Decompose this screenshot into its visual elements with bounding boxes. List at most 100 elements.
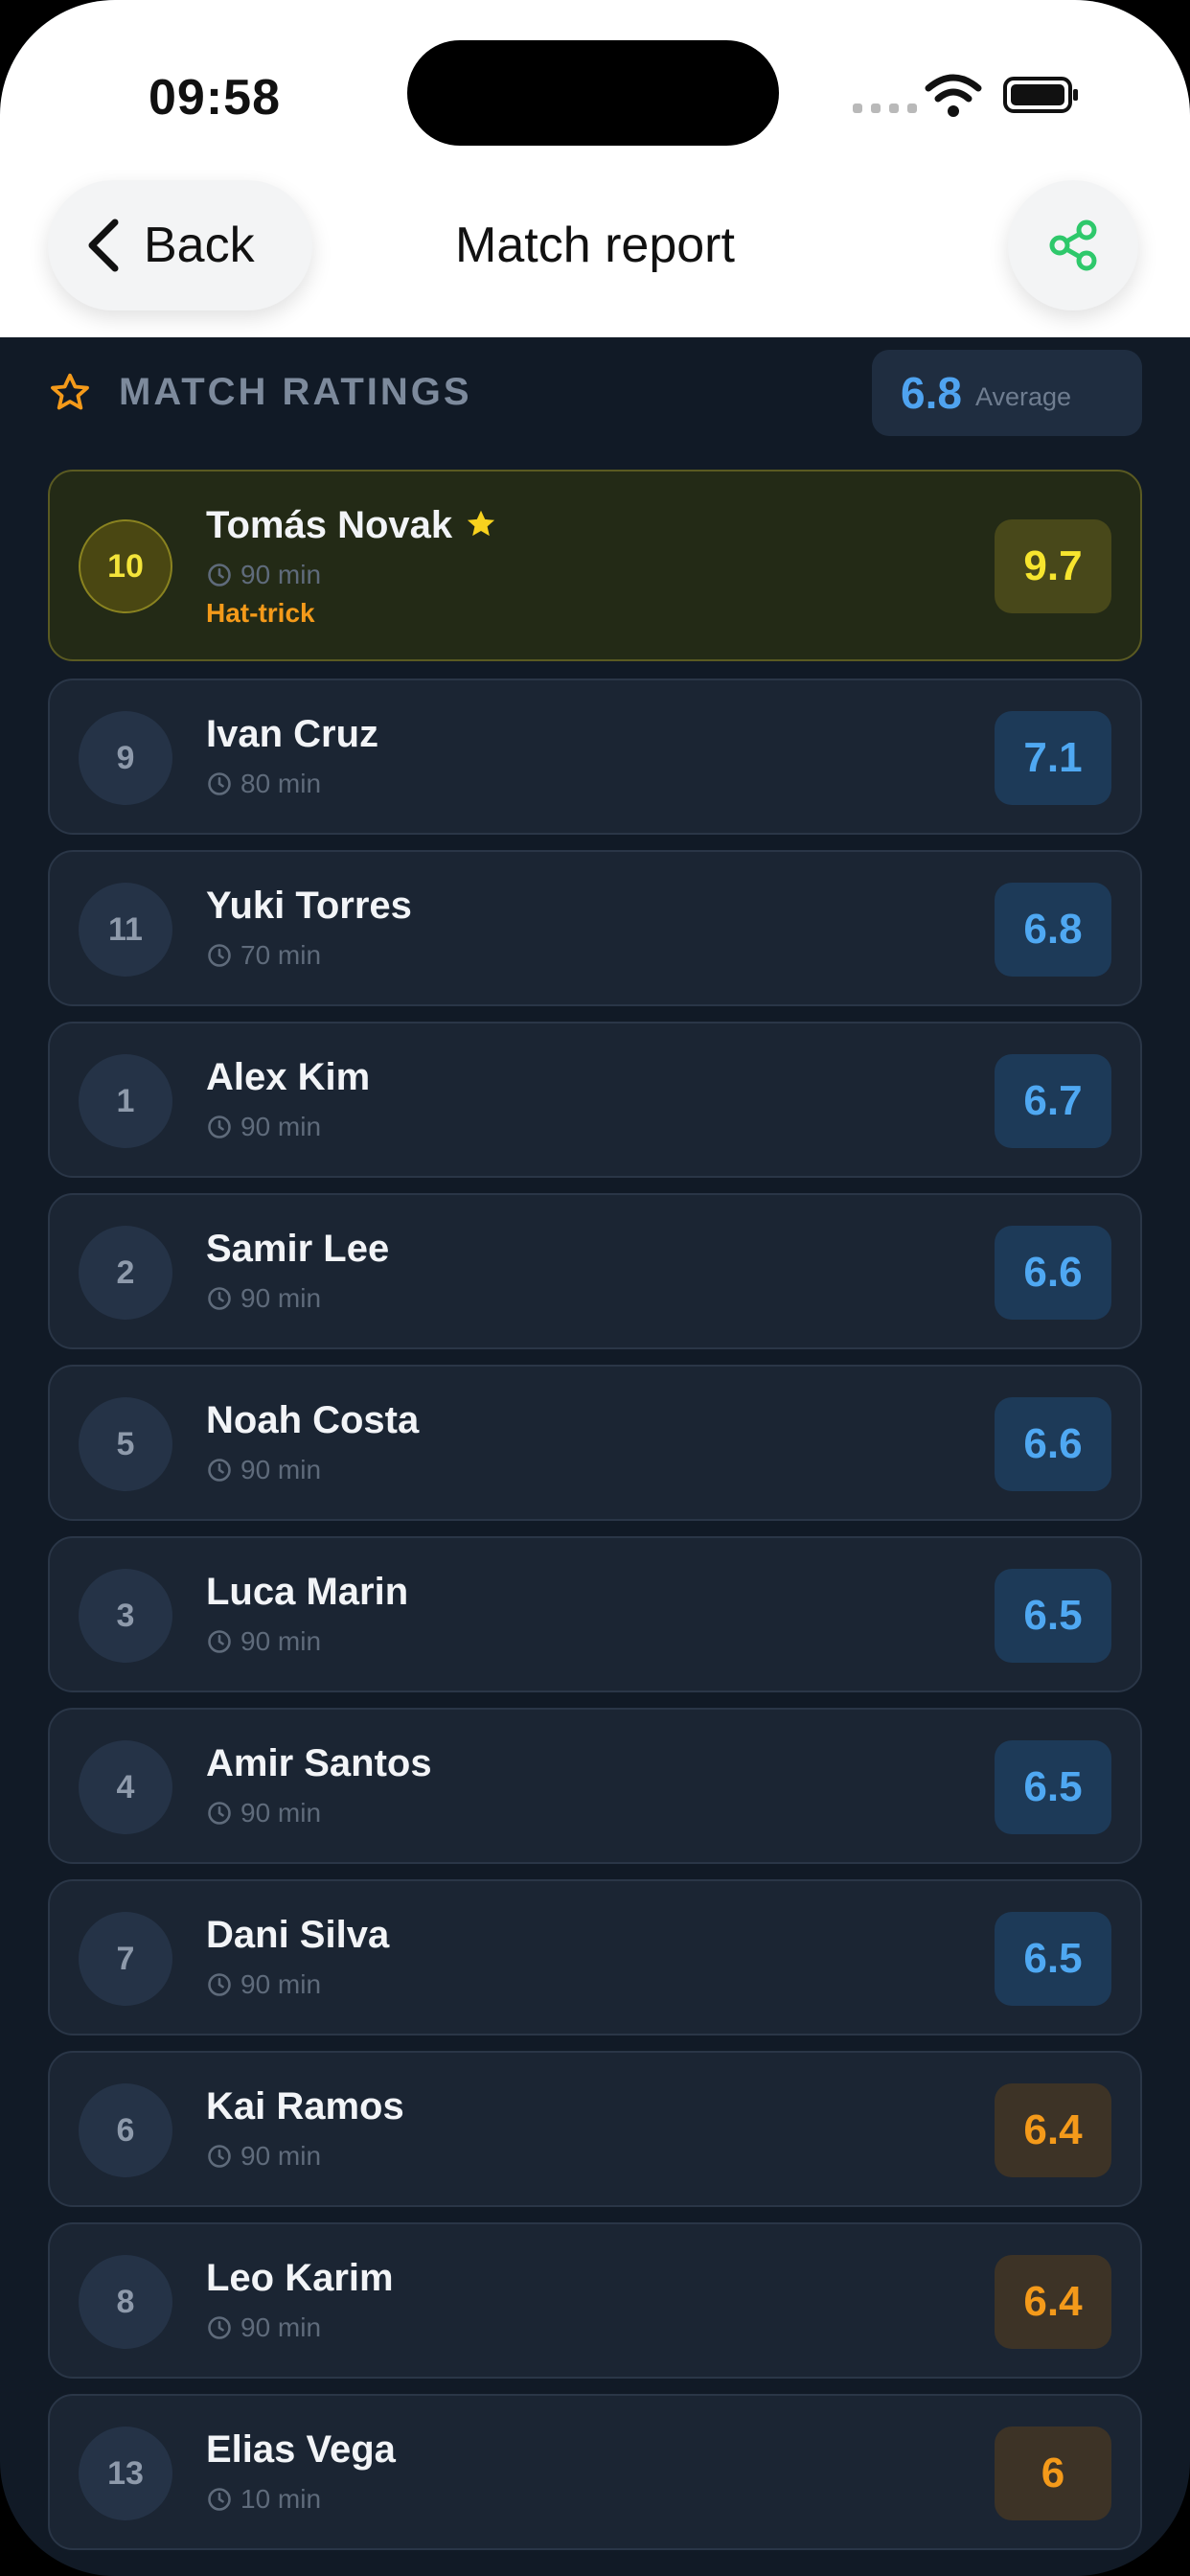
minutes-text: 90 min <box>240 2141 322 2171</box>
player-name-line: Luca Marin <box>206 1571 408 1614</box>
player-number: 10 <box>79 519 172 613</box>
minutes-text: 10 min <box>240 2484 322 2514</box>
player-row[interactable]: 8 Leo Karim 90 min 6.4 <box>48 2222 1142 2379</box>
star-outline-icon <box>51 373 89 410</box>
phone-screen: 09:58 Back Match report MATCH RATINGS 6.… <box>0 0 1190 2576</box>
section-title: MATCH RATINGS <box>119 371 472 413</box>
player-minutes: 90 min <box>206 560 321 590</box>
player-name-line: Yuki Torres <box>206 885 412 928</box>
minutes-text: 90 min <box>240 1455 322 1484</box>
section-header: MATCH RATINGS 6.8 Average <box>48 350 1142 436</box>
clock-icon <box>208 1116 231 1138</box>
player-rating: 6.7 <box>995 1054 1111 1148</box>
player-minutes: 90 min <box>206 1283 321 1314</box>
player-row[interactable]: 7 Dani Silva 90 min 6.5 <box>48 1879 1142 2036</box>
minutes-text: 90 min <box>240 1626 322 1656</box>
minutes-text: 80 min <box>240 769 322 798</box>
player-name-line: Noah Costa <box>206 1399 419 1442</box>
player-row[interactable]: 2 Samir Lee 90 min 6.6 <box>48 1193 1142 1349</box>
player-row[interactable]: 5 Noah Costa 90 min 6.6 <box>48 1365 1142 1521</box>
player-name: Luca Marin <box>206 1571 409 1613</box>
player-name-line: Dani Silva <box>206 1914 389 1957</box>
player-rating: 6.8 <box>995 883 1111 977</box>
player-name-line: Tomás Novak <box>206 504 498 547</box>
player-name: Leo Karim <box>206 2257 394 2299</box>
share-button[interactable] <box>1008 180 1138 310</box>
clock-icon <box>208 1459 231 1482</box>
player-number: 7 <box>79 1912 172 2006</box>
player-row[interactable]: 1 Alex Kim 90 min 6.7 <box>48 1022 1142 1178</box>
player-number: 5 <box>79 1397 172 1491</box>
player-name: Noah Costa <box>206 1399 420 1441</box>
player-name-line: Amir Santos <box>206 1742 432 1785</box>
player-row[interactable]: 6 Kai Ramos 90 min 6.4 <box>48 2051 1142 2207</box>
player-rating: 6.5 <box>995 1740 1111 1834</box>
player-minutes: 90 min <box>206 1969 321 2000</box>
player-rating: 6.5 <box>995 1569 1111 1663</box>
player-row[interactable]: 13 Elias Vega 10 min 6 <box>48 2394 1142 2550</box>
player-name: Tomás Novak <box>206 504 453 546</box>
dynamic-island <box>407 40 779 146</box>
player-row[interactable]: 9 Ivan Cruz 80 min 7.1 <box>48 678 1142 835</box>
clock-icon <box>208 772 231 795</box>
player-number: 13 <box>79 2426 172 2520</box>
player-number: 11 <box>79 883 172 977</box>
player-name: Amir Santos <box>206 1742 432 1784</box>
player-number: 1 <box>79 1054 172 1148</box>
player-name-line: Ivan Cruz <box>206 713 378 756</box>
player-name: Ivan Cruz <box>206 713 379 755</box>
battery-icon <box>1003 77 1078 113</box>
player-minutes: 90 min <box>206 2141 321 2172</box>
minutes-text: 90 min <box>240 1969 322 1999</box>
clock-icon <box>208 2316 231 2339</box>
minutes-text: 90 min <box>240 1112 322 1141</box>
player-rating: 9.7 <box>995 519 1111 613</box>
share-icon <box>1049 219 1097 271</box>
minutes-text: 90 min <box>240 2312 322 2342</box>
player-row[interactable]: 10 Tomás Novak 90 min Hat-trick 9.7 <box>48 470 1142 661</box>
player-name-line: Kai Ramos <box>206 2085 404 2128</box>
player-name-line: Samir Lee <box>206 1228 389 1271</box>
player-minutes: 10 min <box>206 2484 321 2515</box>
player-minutes: 90 min <box>206 1455 321 1485</box>
player-name: Samir Lee <box>206 1228 390 1270</box>
player-rating: 6.6 <box>995 1397 1111 1491</box>
player-name: Yuki Torres <box>206 885 412 927</box>
player-row[interactable]: 3 Luca Marin 90 min 6.5 <box>48 1536 1142 1692</box>
clock-icon <box>208 1802 231 1825</box>
player-rating: 6 <box>995 2426 1111 2520</box>
player-row[interactable]: 11 Yuki Torres 70 min 6.8 <box>48 850 1142 1006</box>
player-name: Kai Ramos <box>206 2085 404 2128</box>
player-minutes: 90 min <box>206 1626 321 1657</box>
player-name: Elias Vega <box>206 2428 396 2471</box>
player-minutes: 90 min <box>206 1112 321 1142</box>
player-rating: 6.4 <box>995 2083 1111 2177</box>
clock-icon <box>208 2488 231 2511</box>
clock-icon <box>208 2145 231 2168</box>
player-ratings-list: 10 Tomás Novak 90 min Hat-trick 9.7 9 Ivan Cru… <box>48 470 1142 2565</box>
player-name: Alex Kim <box>206 1056 371 1098</box>
clock-icon <box>208 1630 231 1653</box>
player-rating: 6.6 <box>995 1226 1111 1320</box>
player-minutes: 80 min <box>206 769 321 799</box>
player-row[interactable]: 4 Amir Santos 90 min 6.5 <box>48 1708 1142 1864</box>
status-time: 09:58 <box>149 70 281 126</box>
player-rating: 6.5 <box>995 1912 1111 2006</box>
player-name-line: Leo Karim <box>206 2257 394 2300</box>
player-minutes: 90 min <box>206 1798 321 1828</box>
clock-icon <box>208 944 231 967</box>
clock-icon <box>208 564 231 586</box>
player-number: 4 <box>79 1740 172 1834</box>
player-minutes: 70 min <box>206 940 321 971</box>
header: 09:58 Back Match report <box>0 0 1190 337</box>
clock-icon <box>208 1973 231 1996</box>
player-number: 8 <box>79 2255 172 2349</box>
player-name-line: Elias Vega <box>206 2428 396 2472</box>
player-number: 9 <box>79 711 172 805</box>
average-rating-box: 6.8 Average <box>872 350 1142 436</box>
player-number: 2 <box>79 1226 172 1320</box>
player-number: 3 <box>79 1569 172 1663</box>
player-badge: Hat-trick <box>206 598 315 628</box>
minutes-text: 70 min <box>240 940 322 970</box>
player-rating: 6.4 <box>995 2255 1111 2349</box>
